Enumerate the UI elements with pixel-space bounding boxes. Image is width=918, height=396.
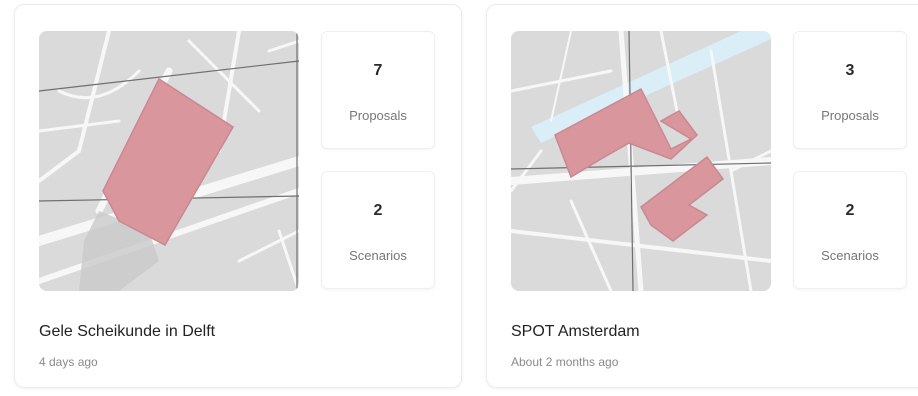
- scenarios-label: Scenarios: [821, 248, 879, 263]
- map-thumbnail: [39, 31, 299, 291]
- scenarios-stat: 2 Scenarios: [321, 171, 435, 289]
- project-card[interactable]: 7 Proposals 2 Scenarios Gele Scheikunde …: [14, 4, 462, 388]
- project-card[interactable]: 3 Proposals 2 Scenarios SPOT Amsterdam A…: [486, 4, 918, 388]
- proposals-label: Proposals: [821, 108, 879, 123]
- project-title[interactable]: SPOT Amsterdam: [511, 323, 640, 341]
- proposals-count: 7: [373, 62, 383, 79]
- project-updated: About 2 months ago: [511, 355, 619, 369]
- map-image: [39, 31, 299, 291]
- proposals-label: Proposals: [349, 108, 407, 123]
- map-thumbnail: [511, 31, 771, 291]
- scenarios-label: Scenarios: [349, 248, 407, 263]
- scenarios-stat: 2 Scenarios: [793, 171, 907, 289]
- proposals-stat: 7 Proposals: [321, 31, 435, 149]
- project-title[interactable]: Gele Scheikunde in Delft: [39, 323, 215, 341]
- scenarios-count: 2: [373, 202, 383, 219]
- proposals-stat: 3 Proposals: [793, 31, 907, 149]
- scenarios-count: 2: [845, 202, 855, 219]
- project-updated: 4 days ago: [39, 355, 98, 369]
- proposals-count: 3: [845, 62, 855, 79]
- map-image: [511, 31, 771, 291]
